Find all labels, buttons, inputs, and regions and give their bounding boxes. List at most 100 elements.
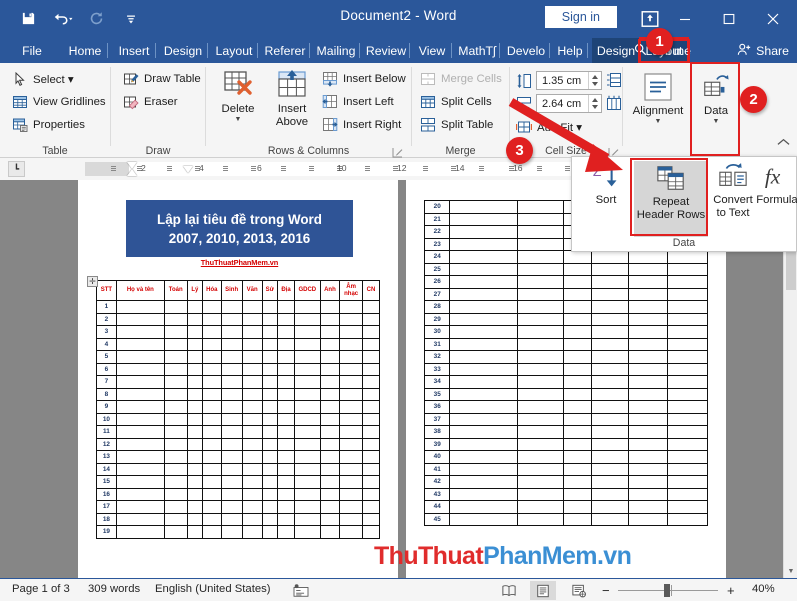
table-cell[interactable] (115, 525, 165, 539)
table-cell[interactable] (667, 450, 708, 464)
first-line-indent-marker[interactable] (127, 162, 137, 169)
table-cell[interactable] (339, 350, 363, 364)
row-number-cell[interactable]: 39 (423, 437, 451, 451)
table-row[interactable]: 17 (96, 500, 381, 514)
table-cell[interactable] (319, 300, 341, 314)
table-cell[interactable] (261, 325, 279, 339)
table-cell[interactable] (667, 250, 708, 264)
insert-above-button[interactable]: Insert Above (266, 69, 318, 129)
tab-stop-selector[interactable]: ┗ (8, 161, 25, 177)
zoom-level-label[interactable]: 40% (752, 583, 775, 595)
tab-layout[interactable]: Layout (210, 38, 258, 63)
row-number-cell[interactable]: 3 (96, 325, 117, 339)
table-cell[interactable] (294, 525, 321, 539)
table-cell[interactable] (449, 412, 519, 426)
table-cell[interactable] (667, 350, 708, 364)
table-cell[interactable] (590, 337, 629, 351)
table-cell[interactable] (667, 287, 708, 301)
table-cell[interactable] (517, 262, 564, 276)
table-cell[interactable] (277, 350, 296, 364)
table-cell[interactable] (294, 500, 321, 514)
tab-table-design[interactable]: Design (592, 38, 640, 63)
table-cell[interactable] (202, 350, 222, 364)
table-cell[interactable] (627, 450, 669, 464)
table-cell[interactable] (319, 312, 341, 326)
table-cell[interactable] (186, 400, 204, 414)
table-cell[interactable] (339, 462, 363, 476)
table-cell[interactable] (241, 425, 263, 439)
table-cell[interactable] (339, 362, 363, 376)
row-number-cell[interactable]: 27 (423, 287, 451, 301)
row-number-cell[interactable]: 16 (96, 487, 117, 501)
table-cell[interactable] (277, 425, 296, 439)
table-cell[interactable] (115, 437, 165, 451)
table-row[interactable]: 43 (423, 487, 708, 501)
table-cell[interactable] (449, 200, 519, 214)
table-cell[interactable] (294, 450, 321, 464)
table-cell[interactable] (667, 462, 708, 476)
table-cell[interactable] (202, 387, 222, 401)
table-cell[interactable] (294, 325, 321, 339)
view-gridlines-button[interactable]: View Gridlines (12, 94, 106, 110)
share-button[interactable]: Share (737, 38, 789, 63)
table-cell[interactable] (517, 450, 564, 464)
table-cell[interactable] (261, 400, 279, 414)
row-number-cell[interactable]: 44 (423, 500, 451, 514)
table-cell[interactable] (163, 312, 188, 326)
table-cell[interactable] (220, 475, 243, 489)
table-row[interactable]: 1 (96, 300, 381, 314)
row-number-cell[interactable]: 23 (423, 237, 451, 251)
table-row[interactable]: 14 (96, 462, 381, 476)
table-cell[interactable] (361, 387, 381, 401)
table-cell[interactable] (261, 387, 279, 401)
table-cell[interactable] (562, 500, 592, 514)
row-number-cell[interactable]: 14 (96, 462, 117, 476)
table-cell[interactable] (294, 312, 321, 326)
table-row[interactable]: 32 (423, 350, 708, 364)
row-number-cell[interactable]: 9 (96, 400, 117, 414)
table-cell[interactable] (339, 325, 363, 339)
table-cell[interactable] (294, 512, 321, 526)
table-cell[interactable] (115, 425, 165, 439)
table-cell[interactable] (115, 512, 165, 526)
table-cell[interactable] (241, 500, 263, 514)
table-cell[interactable] (667, 487, 708, 501)
table-cell[interactable] (449, 362, 519, 376)
row-number-cell[interactable]: 36 (423, 400, 451, 414)
table-cell[interactable] (667, 475, 708, 489)
table-cell[interactable] (241, 412, 263, 426)
table-cell[interactable] (241, 450, 263, 464)
formula-button[interactable]: fx Formula (756, 161, 797, 207)
table-cell[interactable] (562, 287, 592, 301)
table-cell[interactable] (115, 312, 165, 326)
table-cell[interactable] (186, 312, 204, 326)
table-cell[interactable] (590, 400, 629, 414)
table-cell[interactable] (339, 387, 363, 401)
row-number-cell[interactable]: 22 (423, 225, 451, 239)
table-cell[interactable] (339, 500, 363, 514)
table-row[interactable]: 2 (96, 312, 381, 326)
row-height-stepper[interactable] (588, 72, 601, 89)
table-cell[interactable] (517, 275, 564, 289)
table-cell[interactable] (339, 412, 363, 426)
table-cell[interactable] (627, 462, 669, 476)
table-cell[interactable] (339, 487, 363, 501)
table-cell[interactable] (667, 425, 708, 439)
table-cell[interactable] (186, 425, 204, 439)
table-cell[interactable] (319, 462, 341, 476)
table-cell[interactable] (339, 525, 363, 539)
right-indent-marker[interactable] (183, 166, 193, 173)
table-cell[interactable] (163, 400, 188, 414)
web-layout-button[interactable] (566, 581, 592, 600)
table-cell[interactable] (361, 512, 381, 526)
tab-file[interactable]: File (14, 38, 50, 63)
table-cell[interactable] (163, 337, 188, 351)
eraser-button[interactable]: Eraser (123, 94, 178, 110)
table-cell[interactable] (277, 312, 296, 326)
table-cell[interactable] (590, 487, 629, 501)
table-header-cell[interactable]: Sinh (220, 280, 243, 301)
table-cell[interactable] (115, 412, 165, 426)
read-mode-button[interactable] (496, 581, 522, 600)
table-cell[interactable] (277, 437, 296, 451)
table-cell[interactable] (319, 375, 341, 389)
